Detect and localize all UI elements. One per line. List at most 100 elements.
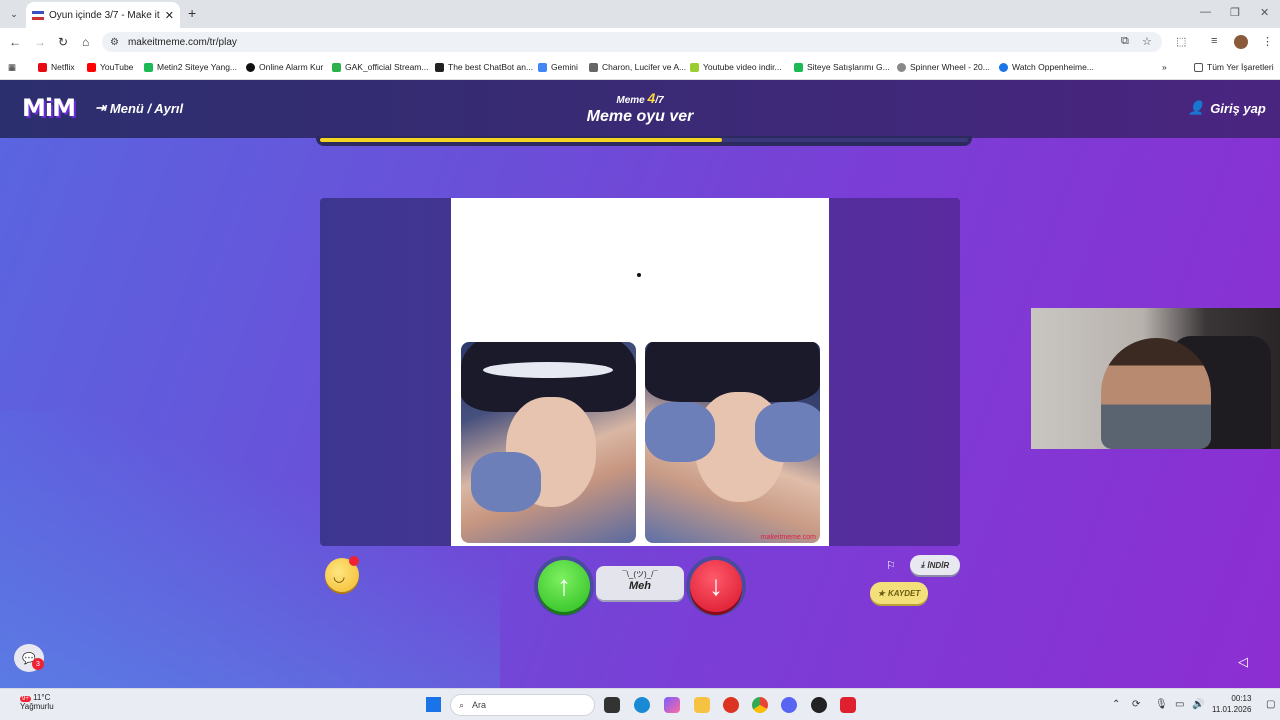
streaming-app-icon[interactable] [840, 697, 856, 713]
tab-list-chevron-icon[interactable]: ⌄ [6, 6, 22, 22]
windows-taskbar: 9+ 11°C Yağmurlu ⌕ Ara ⌃ ⟳ 🎙 ▭ 🔊 00:13 1… [0, 688, 1280, 720]
meme-photo-left [461, 342, 636, 543]
shrug-emoticon: ¯\_(ツ)_/¯ [622, 570, 658, 579]
page-title: Meme oyu ver [586, 108, 694, 125]
site-logo[interactable]: MiM [22, 94, 76, 122]
site-info-icon[interactable]: ⚙ [110, 37, 119, 48]
maximize-icon[interactable]: ❐ [1230, 6, 1240, 19]
bookmark-charon[interactable]: Charon, Lucifer ve A... [589, 62, 686, 72]
webcam-overlay [1031, 308, 1280, 449]
bookmark-spinner[interactable]: Spinner Wheel - 20... [897, 62, 990, 72]
bookmark-chatbot[interactable]: The best ChatBot an... [435, 62, 533, 72]
recorder-app-icon[interactable] [723, 697, 739, 713]
discord-icon[interactable] [781, 697, 797, 713]
url-text: makeitmeme.com/tr/play [127, 36, 237, 48]
tray-app-icon[interactable]: ⟳ [1132, 699, 1140, 710]
save-button[interactable]: ★ KAYDET [870, 582, 928, 604]
meme-card: makeitmeme.com [451, 198, 829, 546]
star-icon: ★ [877, 588, 885, 598]
round-progress-bar [316, 136, 972, 146]
new-tab-button[interactable]: + [188, 5, 196, 21]
home-icon[interactable]: ⌂ [82, 35, 89, 49]
arrow-up-icon: ↑ [557, 570, 571, 601]
meme-watermark: makeitmeme.com [760, 534, 816, 541]
login-button[interactable]: 👤 Giriş yap [1188, 100, 1266, 116]
tray-chevron-icon[interactable]: ⌃ [1112, 699, 1120, 710]
bookmark-siteye[interactable]: Siteye Satışlarımı G... [794, 62, 890, 72]
bookmark-youtube-indir[interactable]: Youtube video indir... [690, 62, 782, 72]
heart-icon [349, 556, 359, 566]
round-indicator: Meme 4/7 Meme oyu ver [540, 90, 740, 126]
round-prefix: Meme [616, 95, 645, 106]
round-total: /7 [655, 95, 664, 106]
bookmark-oppenheimer[interactable]: Watch Oppenheime... [999, 62, 1094, 72]
download-button[interactable]: ⤓ İNDİR [910, 555, 960, 575]
downvote-button[interactable]: ↓ [690, 560, 742, 612]
bookmarks-bar: ▦ Netflix YouTube Metin2 Siteye Yang... … [0, 56, 1280, 80]
bookmark-netflix[interactable]: Netflix [38, 62, 75, 72]
notification-icon[interactable]: ▢ [1266, 699, 1275, 710]
profile-avatar[interactable] [1234, 35, 1248, 49]
media-icon[interactable]: ≡ [1211, 35, 1217, 47]
download-label: İNDİR [927, 560, 950, 570]
bookmark-youtube[interactable]: YouTube [87, 62, 133, 72]
active-tab[interactable]: Oyun içinde 3/7 - Make it Meme ✕ [26, 2, 180, 28]
upvote-button[interactable]: ↑ [538, 560, 590, 612]
meme-photo-right: makeitmeme.com [645, 342, 820, 543]
clock-time: 00:13 [1231, 694, 1252, 703]
tab-title: Oyun içinde 3/7 - Make it Meme [49, 9, 161, 21]
report-flag-icon[interactable]: ⚐ [886, 559, 896, 572]
system-clock[interactable]: 00:13 11.01.2026 [1212, 693, 1251, 715]
game-header: MiM ⇥ Menü / Ayrıl Meme 4/7 Meme oyu ver… [0, 80, 1280, 138]
search-placeholder: Ara [472, 700, 487, 710]
clock-date: 11.01.2026 [1212, 705, 1252, 714]
forward-icon[interactable]: → [34, 35, 46, 49]
taskbar-search[interactable]: ⌕ Ara [450, 694, 595, 716]
all-bookmarks-folder[interactable]: Tüm Yer İşaretleri [1194, 62, 1274, 72]
bookmark-gemini[interactable]: Gemini [538, 62, 578, 72]
chrome-icon[interactable] [752, 697, 768, 713]
bookmark-alarm[interactable]: Online Alarm Kur [246, 62, 323, 72]
emoji-reaction-button[interactable]: ◡ [325, 556, 359, 592]
file-explorer-icon[interactable] [694, 697, 710, 713]
arrow-down-icon: ↓ [709, 570, 723, 601]
search-icon: ⌕ [459, 699, 465, 710]
meme-caption-dot [637, 273, 641, 277]
install-app-icon[interactable]: ⧉ [1121, 35, 1129, 48]
exit-icon: ⇥ [95, 100, 106, 115]
bookmark-star-icon[interactable]: ☆ [1142, 35, 1152, 48]
close-window-icon[interactable]: ✕ [1260, 6, 1269, 19]
chat-button[interactable]: 💬 3 [14, 644, 44, 672]
bookmark-gak[interactable]: GAK_official Stream... [332, 62, 428, 72]
sound-mute-icon[interactable]: ◁ [1238, 654, 1248, 670]
streamer-figure [1101, 338, 1211, 449]
meh-label: Meh [629, 580, 651, 592]
obs-icon[interactable] [811, 697, 827, 713]
more-menu-icon[interactable]: ⋮ [1262, 35, 1273, 48]
tab-close-icon[interactable]: ✕ [165, 9, 174, 22]
task-view-icon[interactable] [604, 697, 620, 713]
network-icon[interactable]: ▭ [1175, 699, 1184, 710]
bookmarks-more-icon[interactable]: » [1162, 62, 1167, 72]
microphone-icon[interactable]: 🎙 [1155, 699, 1168, 710]
progress-fill [320, 138, 722, 142]
windows-start-icon[interactable] [426, 697, 441, 712]
weather-condition: Yağmurlu [20, 702, 54, 711]
tab-favicon-icon [32, 10, 44, 20]
browser-tab-strip: ⌄ Oyun içinde 3/7 - Make it Meme ✕ + — ❐… [0, 0, 1280, 28]
apps-grid-icon[interactable]: ▦ [8, 62, 16, 73]
smile-icon: ◡ [333, 568, 346, 584]
weather-widget[interactable]: 9+ 11°C Yağmurlu [20, 693, 54, 711]
copilot-icon[interactable] [664, 697, 680, 713]
bookmark-metin2[interactable]: Metin2 Siteye Yang... [144, 62, 237, 72]
minimize-icon[interactable]: — [1200, 6, 1211, 18]
download-icon: ⤓ [920, 560, 925, 569]
meh-button[interactable]: ¯\_(ツ)_/¯ Meh [596, 566, 684, 600]
volume-icon[interactable]: 🔊 [1192, 699, 1204, 710]
address-bar[interactable]: ⚙ makeitmeme.com/tr/play [102, 32, 1162, 52]
back-icon[interactable]: ← [9, 35, 21, 49]
menu-leave-button[interactable]: ⇥ Menü / Ayrıl [95, 100, 183, 116]
reload-icon[interactable]: ↻ [58, 35, 68, 49]
extensions-icon[interactable]: ⬚ [1176, 35, 1186, 48]
edge-icon[interactable] [634, 697, 650, 713]
